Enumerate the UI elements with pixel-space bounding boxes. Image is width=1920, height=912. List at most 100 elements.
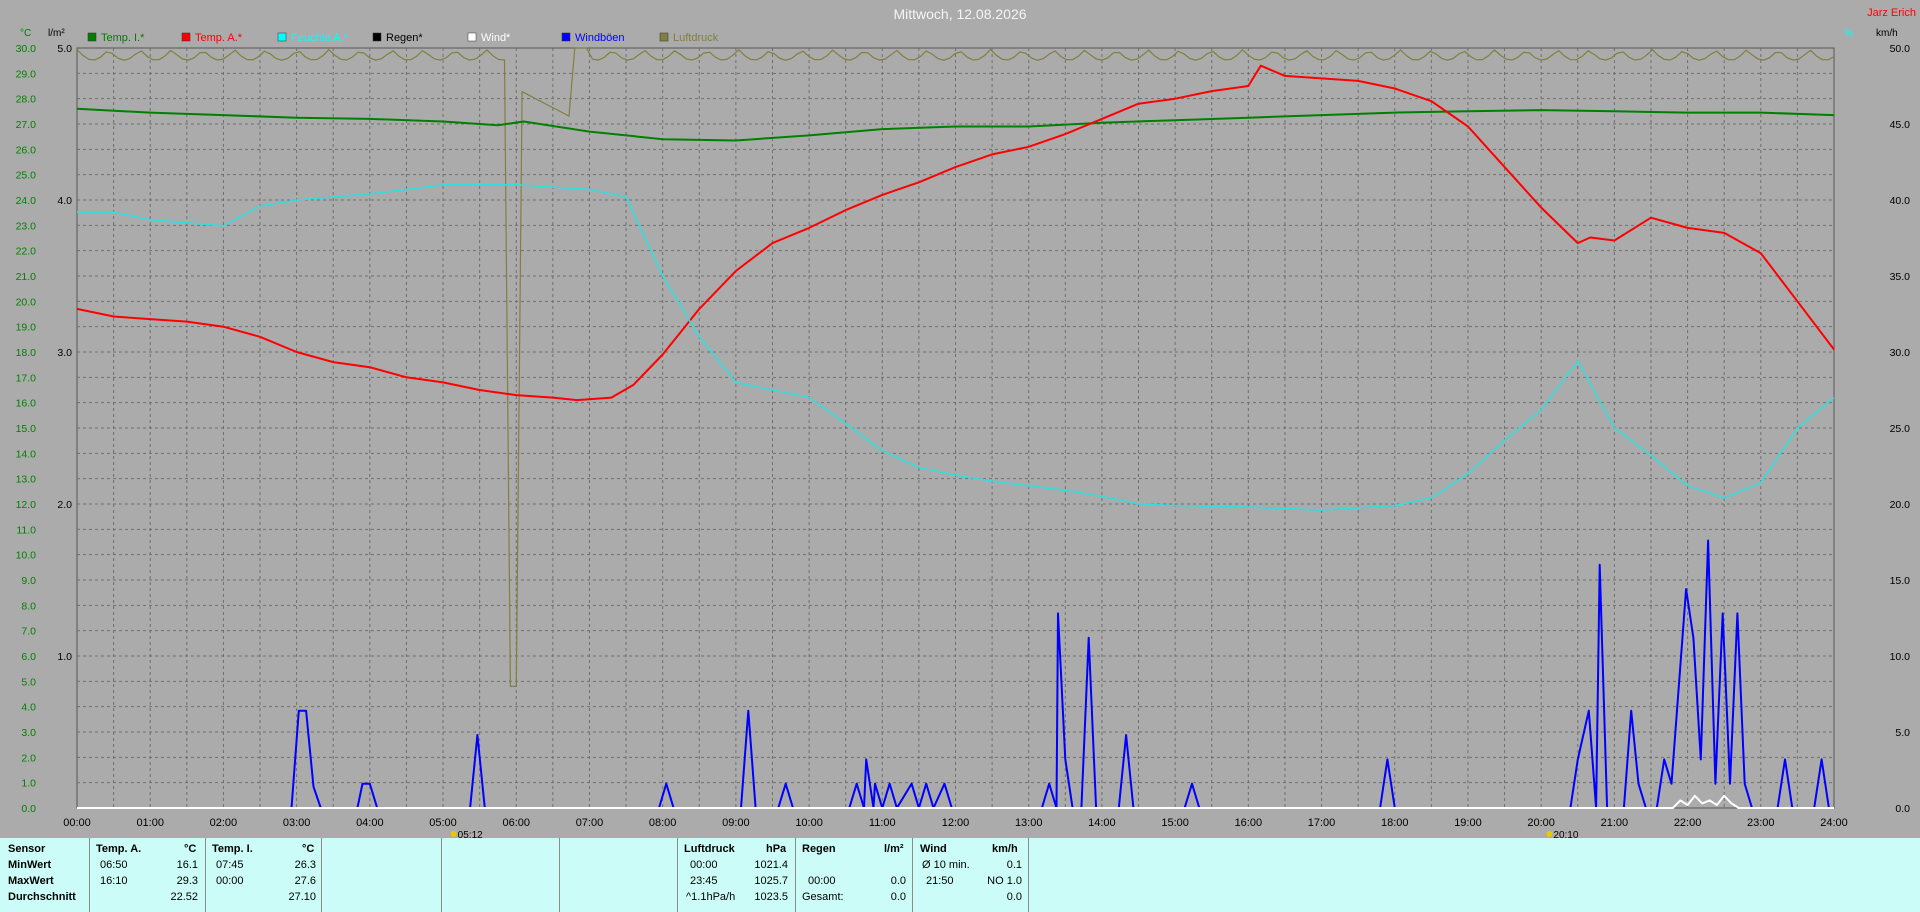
- right-axis-unit-a: %: [1844, 28, 1853, 39]
- sun-icon: [450, 831, 457, 837]
- y-tick-label: 0.0: [21, 803, 36, 815]
- x-tick-label: 08:00: [649, 817, 677, 829]
- right-tick-label: 10.0: [1890, 651, 1911, 663]
- x-tick-label: 04:00: [356, 817, 384, 829]
- temp-i-min-time: 07:45: [216, 859, 244, 871]
- y-tick-label: 2.0: [21, 752, 36, 764]
- series-line-tempi: [76, 107, 1835, 142]
- sun-icon: [1546, 831, 1553, 837]
- legend-swatch: [181, 32, 191, 42]
- y-tick-label: 3.0: [21, 727, 36, 739]
- x-tick-label: 06:00: [502, 817, 530, 829]
- row-label-min: MinWert: [8, 859, 52, 871]
- right-tick-label: 40.0: [1890, 195, 1911, 207]
- wind-avg-label: Ø 10 min.: [922, 859, 970, 871]
- right-tick-label: 25.0: [1890, 423, 1911, 435]
- pressure-min-time: 00:00: [690, 859, 718, 871]
- x-tick-label: 05:00: [429, 817, 457, 829]
- right-tick-label: 5.0: [1895, 727, 1910, 739]
- legend-label: Luftdruck: [673, 32, 719, 44]
- pressure-max-val: 1025.7: [754, 875, 788, 887]
- divider: [441, 838, 442, 912]
- divider: [795, 838, 796, 912]
- y-tick-label: 11.0: [16, 524, 36, 536]
- pressure-avg: 1023.5: [754, 891, 788, 903]
- right-axis-unit-b: km/h: [1876, 28, 1898, 39]
- pressure-unit: hPa: [766, 843, 787, 855]
- rain-total-label: Gesamt:: [802, 891, 844, 903]
- temp-i-title: Temp. I.: [212, 843, 253, 855]
- y-tick-label: 22.0: [16, 246, 37, 258]
- sensor-header: Sensor: [8, 843, 46, 855]
- wind-day-avg: 0.0: [1006, 891, 1022, 903]
- row-label-max: MaxWert: [8, 875, 54, 887]
- temp-i-unit: °C: [302, 843, 315, 855]
- rain-tick-label: 1.0: [57, 651, 72, 663]
- legend-swatch: [561, 32, 571, 42]
- y-tick-label: 19.0: [16, 322, 37, 334]
- wind-avg: 0.1: [1006, 859, 1022, 871]
- legend-label: Wind*: [481, 32, 511, 44]
- x-tick-label: 18:00: [1381, 817, 1409, 829]
- y-tick-label: 14.0: [16, 448, 37, 460]
- y-tick-label: 26.0: [16, 144, 37, 156]
- right-tick-label: 15.0: [1890, 575, 1911, 587]
- temp-i-max-time: 00:00: [216, 875, 244, 887]
- pressure-trend: ^1.1hPa/h: [686, 891, 736, 903]
- y-tick-label: 17.0: [16, 372, 37, 384]
- sun-time-label: 05:12: [458, 830, 483, 838]
- y-tick-label: 25.0: [16, 170, 37, 182]
- x-tick-label: 01:00: [136, 817, 164, 829]
- divider: [559, 838, 560, 912]
- rain-title: Regen: [802, 843, 836, 855]
- wind-max-time: 21:50: [926, 875, 954, 887]
- legend-label: Temp. I.*: [101, 32, 145, 44]
- y-tick-label: 8.0: [21, 600, 36, 612]
- y-tick-label: 28.0: [16, 94, 37, 106]
- left-axis-unit: °C: [20, 28, 31, 39]
- y-tick-label: 16.0: [16, 398, 37, 410]
- series-line-windben: [77, 539, 1830, 809]
- x-tick-label: 03:00: [283, 817, 311, 829]
- x-tick-label: 21:00: [1601, 817, 1629, 829]
- x-tick-label: 16:00: [1235, 817, 1263, 829]
- temp-a-max-val: 29.3: [176, 875, 198, 887]
- rain-unit: l/m²: [884, 843, 904, 855]
- y-tick-label: 29.0: [16, 68, 37, 80]
- right-tick-label: 30.0: [1890, 347, 1911, 359]
- legend-swatch: [372, 32, 382, 42]
- legend-label: Regen*: [386, 32, 423, 44]
- y-tick-label: 30.0: [16, 43, 37, 55]
- author-label: Jarz Erich: [1867, 7, 1916, 19]
- x-tick-label: 22:00: [1674, 817, 1702, 829]
- y-tick-label: 15.0: [16, 423, 37, 435]
- y-tick-label: 9.0: [21, 575, 36, 587]
- y-tick-label: 10.0: [16, 550, 37, 562]
- chart-grid: [76, 47, 1835, 809]
- chart-legend: Temp. I.* Temp. A.* Feuchte A.* Regen* Wind*…: [87, 32, 719, 44]
- x-tick-label: 00:00: [63, 817, 91, 829]
- right-tick-label: 0.0: [1895, 803, 1910, 815]
- y-tick-label: 12.0: [16, 499, 37, 511]
- right-tick-label: 35.0: [1890, 271, 1911, 283]
- y-tick-label: 21.0: [16, 271, 37, 283]
- rain-total: 0.0: [890, 891, 906, 903]
- legend-swatch: [659, 32, 669, 42]
- divider: [912, 838, 913, 912]
- x-tick-label: 09:00: [722, 817, 750, 829]
- y-tick-label: 13.0: [16, 474, 37, 486]
- x-tick-label: 10:00: [795, 817, 823, 829]
- rain-tick-label: 2.0: [57, 499, 72, 511]
- stats-panel: Sensor MinWert MaxWert Durchschnitt Temp…: [0, 838, 1920, 912]
- legend-swatch: [277, 32, 287, 42]
- chart-title: Mittwoch, 12.08.2026: [893, 6, 1026, 22]
- y-tick-label: 5.0: [21, 676, 36, 688]
- x-tick-label: 12:00: [942, 817, 970, 829]
- legend-swatch: [467, 32, 477, 42]
- legend-label: Feuchte A.*: [291, 32, 349, 44]
- divider: [321, 838, 322, 912]
- divider: [89, 838, 90, 912]
- y-tick-label: 18.0: [16, 347, 37, 359]
- x-tick-label: 17:00: [1308, 817, 1336, 829]
- rain-val: 0.0: [890, 875, 906, 887]
